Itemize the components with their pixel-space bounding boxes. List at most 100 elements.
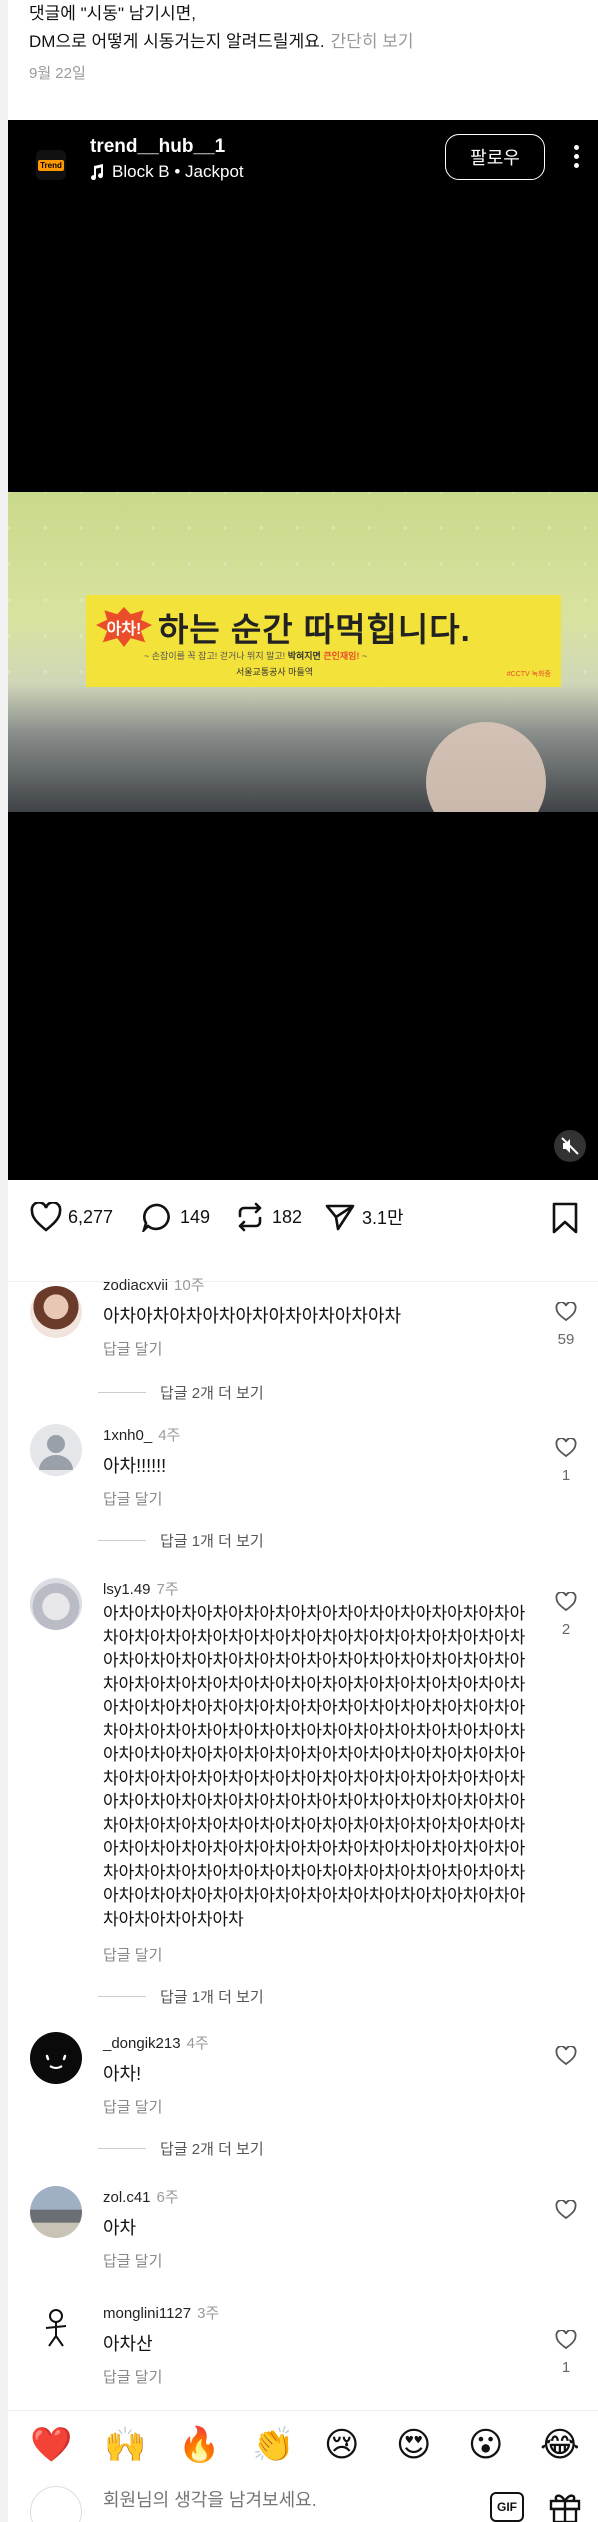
- banner-tag: #CCTV 녹화중: [506, 671, 551, 678]
- commenter-avatar[interactable]: [30, 1578, 82, 1630]
- commenter-username[interactable]: monglini1127: [103, 2305, 191, 2322]
- heart-icon[interactable]: [555, 1437, 577, 1458]
- emoji-raised-hands[interactable]: 🙌: [104, 2425, 146, 2465]
- reply-button[interactable]: 답글 달기: [103, 2250, 162, 2271]
- comment-action[interactable]: 149: [142, 1202, 210, 1232]
- comment-item: zol.c41 6주 아차 답글 달기: [8, 2186, 598, 2276]
- emoji-heart[interactable]: ❤️: [30, 2425, 72, 2465]
- comment-text: 아차!!!!!!: [103, 1456, 167, 1476]
- repost-icon[interactable]: [234, 1202, 266, 1232]
- post-caption-card: 댓글에 "시동" 남기시면, DM으로 어떻게 시동거는지 알려드릴게요. 간단히…: [8, 0, 598, 120]
- comment-like-count: 1: [561, 2359, 571, 2376]
- heart-icon[interactable]: [555, 1591, 577, 1612]
- comment-text: 아차아차아차아차아차아차아차아차아차: [103, 1306, 402, 1326]
- account-avatar[interactable]: Trend: [36, 150, 66, 180]
- comment-item: 1xnh0_ 4주 아차!!!!!! 답글 달기 답글 1개 더 보기 1: [8, 1424, 598, 1554]
- comment-text: 아차!: [103, 2064, 142, 2084]
- heart-icon[interactable]: [555, 1301, 577, 1322]
- comment-item: _dongik213 4주 아차! 답글 달기 답글 2개 더 보기: [8, 2032, 598, 2162]
- emoji-laughing[interactable]: 😂: [540, 2425, 580, 2465]
- repost-action[interactable]: 182: [234, 1202, 302, 1232]
- repost-count: 182: [272, 1206, 303, 1227]
- banner-org: 서울교통공사 마들역: [236, 667, 314, 677]
- view-replies-link[interactable]: 답글 1개 더 보기: [98, 1530, 264, 1551]
- view-replies-link[interactable]: 답글 1개 더 보기: [98, 1986, 264, 2007]
- emoji-fire[interactable]: 🔥: [178, 2425, 220, 2465]
- subway-banner: 아차! 하는 순간 따먹힙니다. ~ 손잡이를 꼭 잡고! 걷거나 뛰지 말고!…: [86, 595, 561, 687]
- reply-button[interactable]: 답글 달기: [103, 2366, 162, 2387]
- reel-username[interactable]: trend__hub__1: [90, 136, 225, 158]
- comment-like[interactable]: [553, 2199, 579, 2225]
- comment-like[interactable]: 1: [553, 2329, 579, 2376]
- stick-figure-avatar-icon: [45, 2309, 67, 2347]
- heart-icon[interactable]: [555, 2329, 577, 2350]
- comment-time: 3주: [197, 2305, 220, 2322]
- muted-speaker-icon[interactable]: [554, 1130, 586, 1162]
- comment-like-count: 1: [561, 1467, 571, 1484]
- comment-like-count: 59: [557, 1331, 575, 1348]
- comment-like-count: 2: [561, 1621, 571, 1638]
- post-actions: 6,277 149 182 3.1만: [8, 1180, 598, 1260]
- comment-text: 아차산: [103, 2334, 153, 2354]
- music-label: Block B • Jackpot: [112, 162, 244, 181]
- comment-item: monglini1127 3주 아차산 답글 달기 1: [8, 2302, 598, 2402]
- view-replies-link[interactable]: 답글 2개 더 보기: [98, 2138, 264, 2159]
- commenter-username[interactable]: 1xnh0_: [103, 1427, 152, 1444]
- reply-button[interactable]: 답글 달기: [103, 1944, 162, 1965]
- share-count: 3.1만: [362, 1208, 404, 1228]
- more-options-icon[interactable]: [574, 145, 580, 172]
- commenter-username[interactable]: _dongik213: [103, 2035, 181, 2052]
- banner-sub-text: ~ 손잡이를 꼭 잡고! 걷거나 뛰지 말고! 박혀지면 큰인재임! ~: [144, 651, 368, 661]
- smiley-avatar-icon: [45, 2054, 67, 2069]
- gif-button[interactable]: GIF: [490, 2492, 524, 2522]
- comment-input-bar: GIF: [8, 2480, 598, 2522]
- comment-item: zodiacxvii 10주 아차아차아차아차아차아차아차아차아차 답글 달기 답…: [8, 1274, 598, 1402]
- comment-time: 4주: [186, 2035, 209, 2052]
- video-frame: 아차! 하는 순간 따먹힙니다. ~ 손잡이를 꼭 잡고! 걷거나 뛰지 말고!…: [8, 492, 598, 812]
- default-avatar-icon: [39, 1435, 73, 1470]
- emoji-clap[interactable]: 👏: [252, 2425, 294, 2465]
- reel-video[interactable]: Trend trend__hub__1 Block B • Jackpot 팔로…: [8, 120, 598, 1180]
- like-action[interactable]: 6,277: [30, 1202, 113, 1232]
- comment-input[interactable]: [103, 2490, 483, 2511]
- emoji-quick-bar: ❤️ 🙌 🔥 👏 😢 😍 😮 😂: [8, 2410, 598, 2480]
- reply-button[interactable]: 답글 달기: [103, 2096, 162, 2117]
- heart-icon[interactable]: [555, 2045, 577, 2066]
- commenter-username[interactable]: zodiacxvii: [103, 1277, 168, 1294]
- send-icon[interactable]: [324, 1202, 356, 1232]
- post-date: 9월 22일: [29, 65, 86, 82]
- emoji-surprised[interactable]: 😮: [468, 2425, 503, 2465]
- caption-collapse-link[interactable]: 간단히 보기: [331, 32, 414, 51]
- commenter-avatar[interactable]: [30, 2186, 82, 2238]
- comment-like[interactable]: 1: [553, 1437, 579, 1484]
- comment-time: 10주: [174, 1277, 205, 1294]
- heart-icon[interactable]: [30, 1202, 62, 1232]
- gift-icon[interactable]: [548, 2490, 582, 2522]
- commenter-username[interactable]: zol.c41: [103, 2189, 151, 2206]
- comment-bubble-icon[interactable]: [142, 1202, 174, 1232]
- comment-like[interactable]: 2: [553, 1591, 579, 1638]
- comment-like[interactable]: 59: [553, 1301, 579, 1348]
- view-replies-link[interactable]: 답글 2개 더 보기: [98, 1382, 264, 1403]
- emoji-crying[interactable]: 😢: [324, 2425, 359, 2465]
- my-avatar: [30, 2486, 82, 2522]
- commenter-avatar[interactable]: [30, 2302, 82, 2354]
- comment-time: 4주: [158, 1427, 181, 1444]
- follow-button[interactable]: 팔로우: [445, 134, 545, 180]
- share-action[interactable]: 3.1만: [324, 1202, 404, 1232]
- comment-like[interactable]: [553, 2045, 579, 2071]
- heart-icon[interactable]: [555, 2199, 577, 2220]
- reply-button[interactable]: 답글 달기: [103, 1488, 162, 1509]
- reel-music[interactable]: Block B • Jackpot: [90, 162, 244, 182]
- comment-time: 7주: [156, 1581, 179, 1598]
- emoji-heart-eyes[interactable]: 😍: [396, 2425, 431, 2465]
- reply-button[interactable]: 답글 달기: [103, 1338, 162, 1359]
- bookmark-icon[interactable]: [551, 1202, 579, 1234]
- commenter-username[interactable]: lsy1.49: [103, 1581, 151, 1598]
- commenter-avatar[interactable]: [30, 1424, 82, 1476]
- comment-time: 6주: [156, 2189, 179, 2206]
- comment-text: 아차: [103, 2218, 137, 2238]
- commenter-avatar[interactable]: [30, 2032, 82, 2084]
- comments-sheet[interactable]: zodiacxvii 10주 아차아차아차아차아차아차아차아차아차 답글 달기 답…: [8, 1260, 598, 2410]
- commenter-avatar[interactable]: [30, 1286, 82, 1338]
